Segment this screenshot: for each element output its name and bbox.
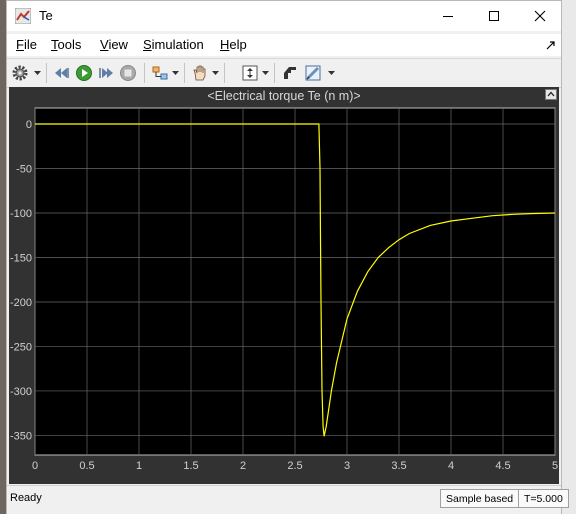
y-tick-label: -150 — [10, 252, 32, 264]
settings-dropdown-icon[interactable] — [34, 69, 41, 76]
step-forward-icon — [99, 68, 113, 78]
autoscale-dropdown-icon[interactable] — [262, 69, 269, 76]
highlight-block-button[interactable] — [280, 63, 300, 83]
simulation-time-indicator: T=5.000 — [518, 489, 569, 508]
menu-help-label: elp — [229, 37, 247, 52]
settings-gear-icon — [12, 65, 28, 81]
menu-bar: File Tools View Simulation Help — [7, 34, 561, 56]
close-icon — [534, 10, 546, 22]
sample-mode-indicator: Sample based — [440, 489, 520, 508]
toolbar-separator — [274, 63, 275, 83]
menu-help[interactable]: Help — [220, 37, 247, 52]
menu-file-label: ile — [23, 37, 37, 52]
x-tick-label: 0.5 — [79, 460, 94, 472]
style-icon — [305, 65, 321, 81]
y-tick-label: -100 — [10, 208, 32, 220]
toolbar-separator — [46, 63, 47, 83]
zoom-pan-icon — [193, 65, 206, 81]
signal-selector-dropdown-icon[interactable] — [172, 69, 179, 76]
undock-arrow-icon[interactable] — [545, 39, 557, 51]
signal-selector-icon — [152, 66, 168, 80]
toolbar-separator — [144, 63, 145, 83]
step-back-button[interactable] — [52, 63, 72, 83]
autoscale-icon — [242, 65, 258, 81]
minimize-icon — [443, 16, 453, 17]
maximize-button[interactable] — [471, 1, 517, 31]
toolbar-separator — [184, 63, 185, 83]
x-tick-label: 3.5 — [391, 460, 406, 472]
style-dropdown-icon[interactable] — [328, 69, 335, 76]
step-back-icon — [55, 68, 69, 78]
menu-help-mnemonic: H — [220, 37, 230, 52]
y-tick-label: -200 — [10, 297, 32, 309]
menu-tools-label: ools — [57, 37, 82, 52]
scope-window: Te File Tools View Simulation Help <Elec… — [6, 0, 569, 514]
menu-simulation-mnemonic: S — [143, 37, 152, 52]
run-icon — [76, 65, 92, 81]
run-button[interactable] — [74, 63, 94, 83]
stop-button[interactable] — [118, 63, 138, 83]
menu-simulation[interactable]: Simulation — [143, 37, 204, 52]
x-tick-label: 4 — [448, 460, 454, 472]
menu-simulation-label: imulation — [151, 37, 204, 52]
autoscale-button[interactable] — [240, 63, 260, 83]
x-tick-label: 2 — [240, 460, 246, 472]
x-tick-label: 5 — [552, 460, 558, 472]
menu-view-label: iew — [108, 37, 128, 52]
menu-tools[interactable]: Tools — [51, 37, 81, 52]
settings-gear-button[interactable] — [10, 63, 30, 83]
toolbar-separator — [224, 63, 225, 83]
x-tick-label: 2.5 — [287, 460, 302, 472]
step-forward-button[interactable] — [96, 63, 116, 83]
zoom-pan-dropdown-icon[interactable] — [212, 69, 219, 76]
stop-icon — [120, 65, 136, 81]
status-bar: Ready Sample based T=5.000 — [7, 485, 569, 514]
zoom-pan-button[interactable] — [190, 63, 210, 83]
menu-file[interactable]: File — [16, 37, 37, 52]
window-title: Te — [39, 8, 53, 23]
y-tick-label: -50 — [16, 164, 32, 176]
status-ready: Ready — [10, 492, 42, 504]
maximize-icon — [489, 11, 499, 21]
minimize-button[interactable] — [425, 1, 471, 31]
x-tick-label: 1 — [136, 460, 142, 472]
y-tick-label: 0 — [26, 119, 32, 131]
y-tick-label: -250 — [10, 341, 32, 353]
menu-view[interactable]: View — [100, 37, 128, 52]
x-tick-label: 0 — [32, 460, 38, 472]
highlight-block-icon — [284, 67, 296, 79]
y-tick-label: -300 — [10, 386, 32, 398]
matlab-app-icon — [15, 8, 31, 24]
style-button[interactable] — [303, 63, 323, 83]
menu-file-mnemonic: F — [16, 37, 24, 52]
close-button[interactable] — [517, 1, 563, 31]
x-tick-label: 1.5 — [183, 460, 198, 472]
scope-display: <Electrical torque Te (n m)> 0 0.5 1 1.5 2 2.… — [9, 87, 559, 484]
x-tick-label: 4.5 — [495, 460, 510, 472]
signal-selector-button[interactable] — [150, 63, 170, 83]
toolbar — [7, 58, 561, 88]
torque-plot[interactable]: 0 0.5 1 1.5 2 2.5 3 3.5 4 4.5 5 0 -50 -100 -150 -200 -25… — [9, 87, 559, 484]
title-bar[interactable]: Te — [7, 1, 561, 31]
x-tick-label: 3 — [344, 460, 350, 472]
y-tick-label: -350 — [10, 430, 32, 442]
